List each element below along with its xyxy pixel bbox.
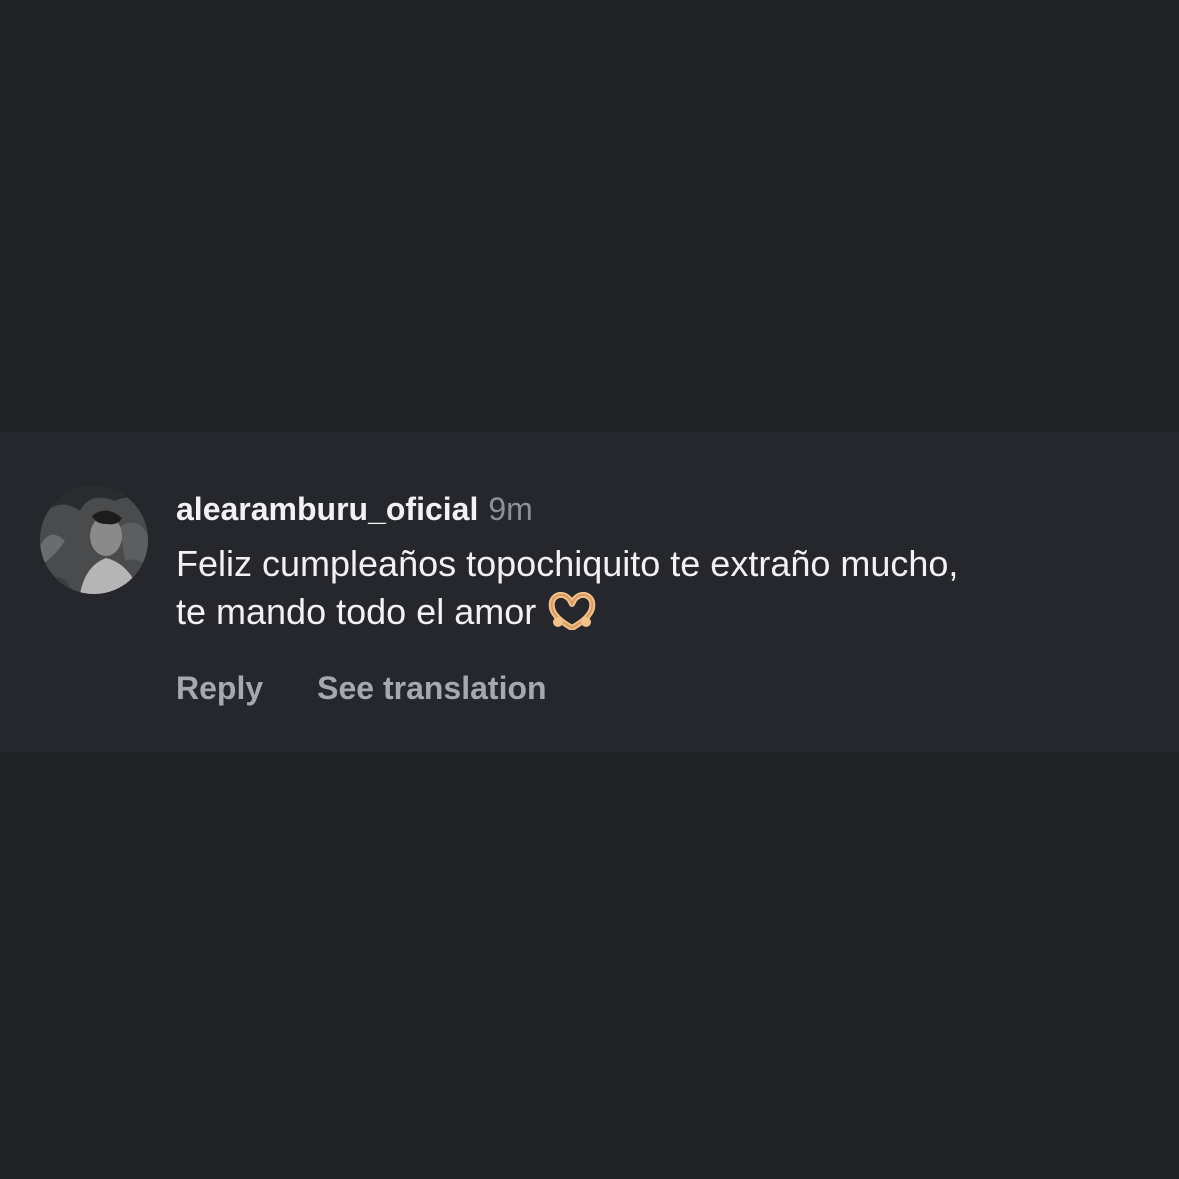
see-translation-button[interactable]: See translation bbox=[317, 670, 546, 706]
username[interactable]: alearamburu_oficial bbox=[176, 491, 478, 527]
heart-hands-icon bbox=[548, 592, 596, 642]
comment-body: alearamburu_oficial 9m Feliz cumpleaños t… bbox=[176, 488, 1136, 708]
comment-text: Feliz cumpleaños topochiquito te extraño… bbox=[176, 540, 1136, 642]
reply-button[interactable]: Reply bbox=[176, 670, 263, 706]
comment-actions: Reply See translation bbox=[176, 668, 1136, 708]
avatar-image bbox=[40, 486, 148, 594]
comment-text-line-2: te mando todo el amor bbox=[176, 591, 537, 632]
comment-text-line-1: Feliz cumpleaños topochiquito te extraño… bbox=[176, 543, 959, 584]
comment-header: alearamburu_oficial 9m bbox=[176, 488, 1136, 530]
screen: alearamburu_oficial 9m Feliz cumpleaños t… bbox=[0, 0, 1179, 1179]
avatar[interactable] bbox=[40, 486, 148, 594]
comment-text-line-2-wrapper: te mando todo el amor bbox=[176, 588, 1136, 642]
timestamp: 9m bbox=[488, 491, 533, 527]
